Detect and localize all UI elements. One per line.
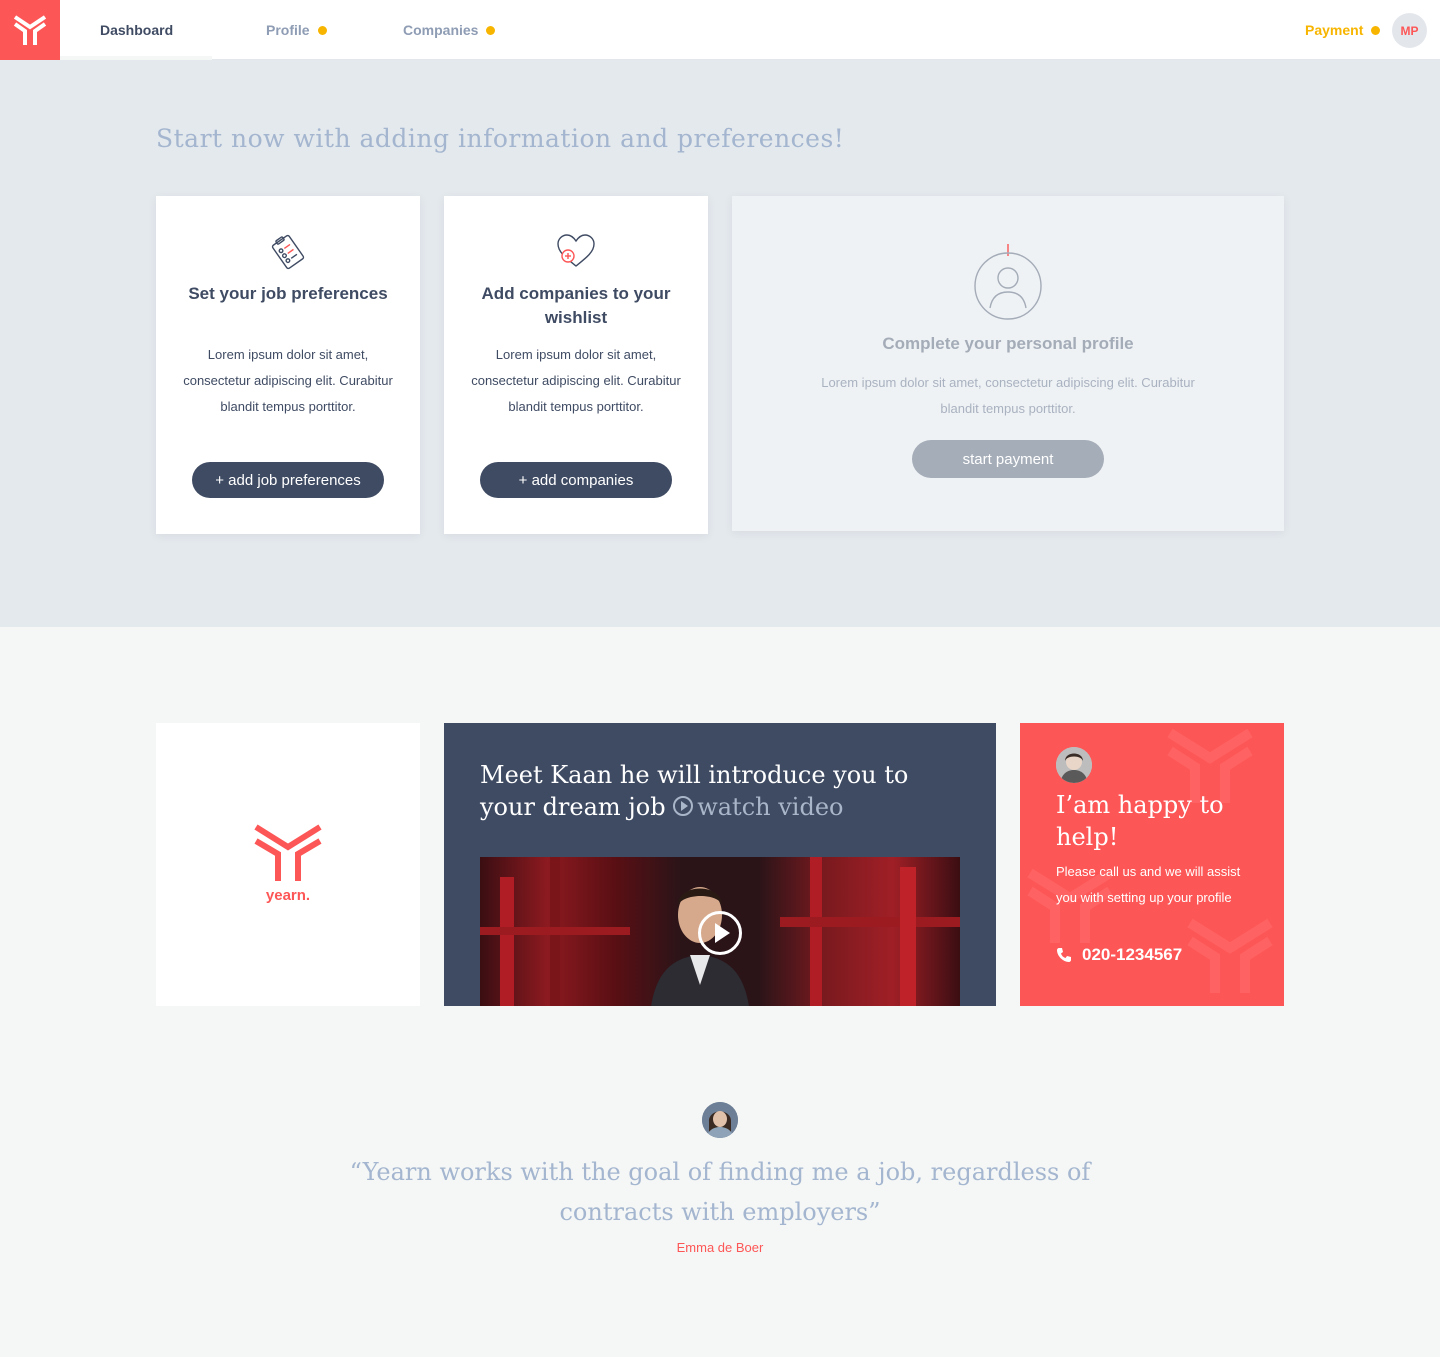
background-pipe: [900, 867, 916, 1006]
tab-dashboard[interactable]: Dashboard: [100, 0, 173, 60]
user-avatar[interactable]: MP: [1392, 13, 1427, 48]
onboarding-headline: Start now with adding information and pr…: [156, 124, 845, 153]
watch-video-label: watch video: [697, 793, 844, 821]
notification-dot: [486, 25, 496, 35]
phone-link[interactable]: 020-1234567: [1056, 945, 1182, 965]
complete-profile-card: Complete your personal profile Lorem ips…: [732, 196, 1284, 531]
watch-video-link[interactable]: watch video: [673, 793, 843, 821]
heart-plus-icon: [444, 232, 708, 272]
tab-companies[interactable]: Companies: [403, 0, 496, 60]
play-button-icon[interactable]: [698, 911, 742, 955]
companies-wishlist-card: Add companies to your wishlist Lorem ips…: [444, 196, 708, 534]
background-pipe: [780, 917, 960, 927]
top-navigation: Dashboard Profile Companies Payment MP: [0, 0, 1440, 60]
notification-dot: [317, 25, 327, 35]
testimonial-avatar: [702, 1102, 738, 1138]
payment-label: Payment: [1305, 22, 1364, 38]
help-card: I’am happy to help! Please call us and w…: [1020, 723, 1284, 1006]
card-title: Add companies to your wishlist: [481, 284, 671, 327]
video-thumbnail[interactable]: [480, 857, 960, 1006]
add-job-preferences-button[interactable]: + add job preferences: [192, 462, 384, 498]
phone-icon: [1057, 948, 1071, 962]
card-description: Lorem ipsum dolor sit amet, consectetur …: [821, 375, 1195, 416]
play-circle-icon: [673, 796, 694, 816]
checklist-icon: [156, 232, 420, 272]
notification-dot: [1371, 25, 1381, 35]
background-pipe: [480, 927, 630, 935]
card-title: Set your job preferences: [188, 284, 388, 303]
intro-video-card: Meet Kaan he will introduce you to your …: [444, 723, 996, 1006]
yearn-logo[interactable]: [0, 0, 60, 60]
yearn-logo-icon: [254, 824, 322, 881]
tab-dashboard-label: Dashboard: [100, 22, 174, 38]
support-agent-avatar: [1056, 747, 1092, 783]
brand-name: yearn.: [265, 887, 311, 904]
phone-number: 020-1234567: [1082, 945, 1183, 964]
brand-card: yearn.: [156, 723, 420, 1006]
job-preferences-card: Set your job preferences Lorem ipsum dol…: [156, 196, 420, 534]
testimonial-author: Emma de Boer: [676, 1240, 764, 1255]
card-description: Lorem ipsum dolor sit amet, consectetur …: [183, 347, 393, 414]
tab-companies-label: Companies: [403, 22, 479, 38]
user-circle-icon: [732, 242, 1284, 322]
start-payment-button[interactable]: start payment: [912, 440, 1104, 478]
card-description: Lorem ipsum dolor sit amet, consectetur …: [471, 347, 681, 414]
tab-profile[interactable]: Profile: [266, 0, 327, 60]
tab-profile-label: Profile: [266, 22, 310, 38]
help-description: Please call us and we will assist you wi…: [1056, 864, 1241, 905]
add-companies-button[interactable]: + add companies: [480, 462, 672, 498]
background-pipe: [500, 877, 514, 1006]
testimonial-quote: “Yearn works with the goal of finding me…: [349, 1158, 1091, 1226]
payment-link[interactable]: Payment: [1305, 0, 1381, 60]
help-title: I’am happy to help!: [1056, 791, 1224, 851]
background-pipe: [810, 857, 822, 1006]
card-title: Complete your personal profile: [882, 334, 1134, 353]
yearn-logo-icon: [13, 15, 47, 45]
video-title: Meet Kaan he will introduce you to your …: [480, 759, 950, 823]
